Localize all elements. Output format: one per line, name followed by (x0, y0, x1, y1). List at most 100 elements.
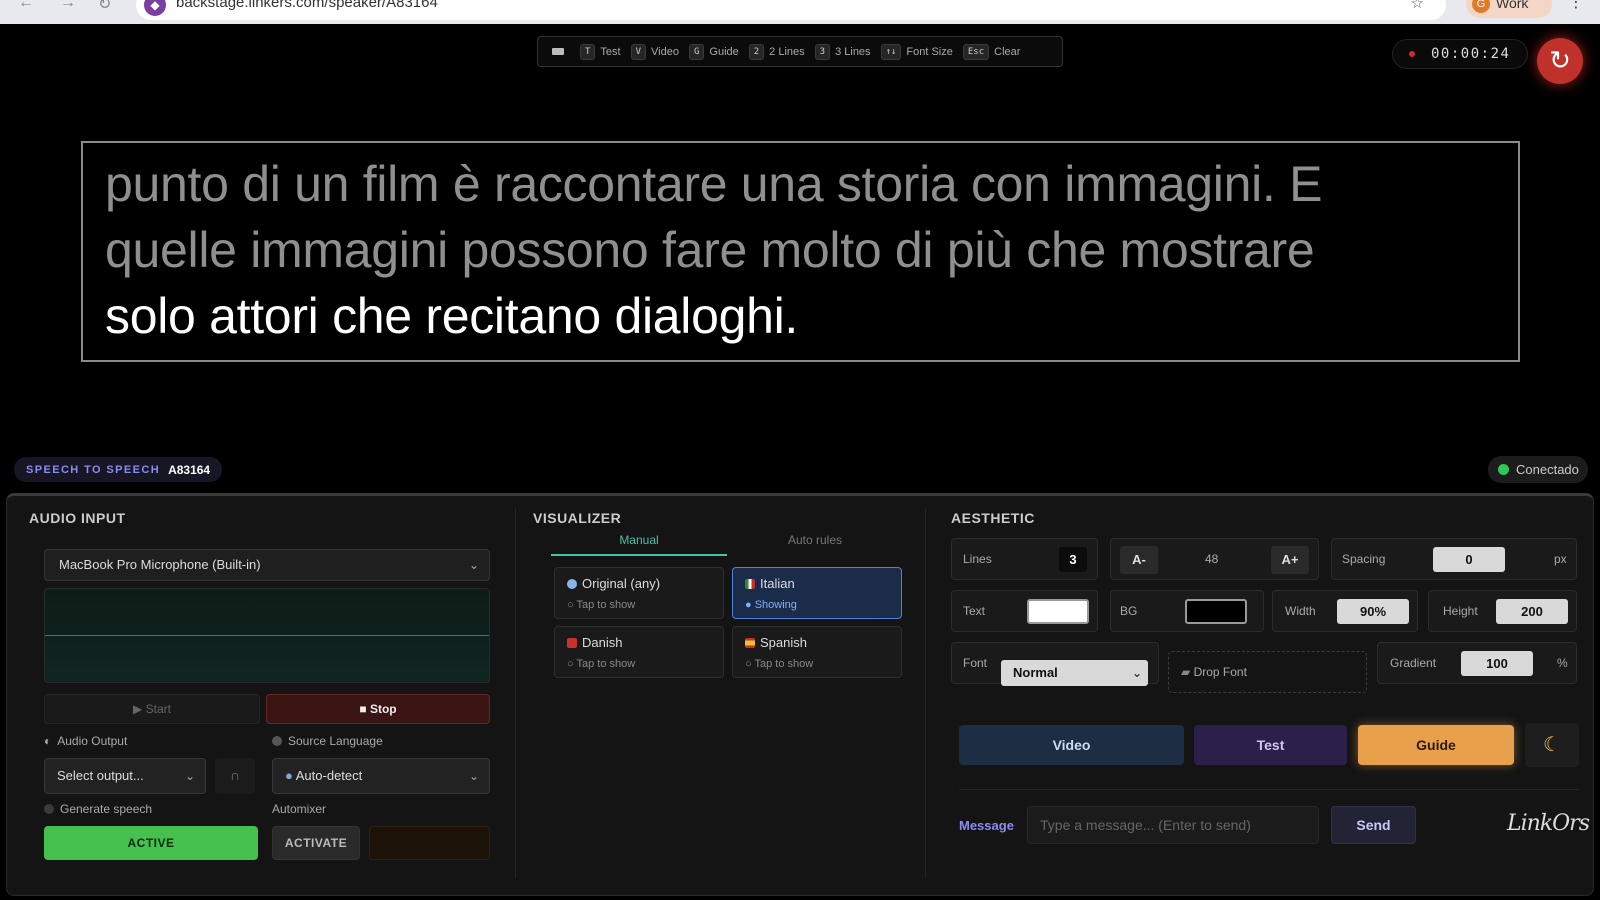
italy-flag-icon (745, 578, 755, 589)
aesthetic-title: AESTHETIC (951, 510, 1035, 526)
test-output-button[interactable]: ∩ (215, 758, 255, 794)
gradient-unit: % (1557, 656, 1568, 670)
caption-line-current: solo attori che recitano dialoghi. (105, 288, 798, 344)
stop-button[interactable]: ■ Stop (266, 694, 490, 724)
shortcut-clear: Esc Clear (962, 43, 1020, 60)
font-size-value: 48 (1205, 552, 1219, 566)
message-input[interactable]: Type a message... (Enter to send) (1027, 806, 1319, 844)
width-label: Width (1285, 604, 1316, 618)
shortcut-test: T Test (580, 43, 621, 60)
section-divider (959, 789, 1579, 790)
browser-bar: ← → ↻ ◆ backstage.linkers.com/speaker/A8… (0, 0, 1600, 24)
mode-label: SPEECH TO SPEECH (26, 463, 161, 476)
chevron-down-icon: ⌄ (1131, 666, 1142, 680)
denmark-flag-icon (567, 637, 577, 648)
video-mode-button[interactable]: Video (959, 725, 1184, 765)
language-status: Tap to show (576, 599, 636, 611)
language-status: Tap to show (576, 658, 636, 670)
gradient-input[interactable]: 100 (1461, 651, 1533, 676)
profile-button[interactable]: G Work (1466, 0, 1552, 18)
audio-output-value: Select output... (57, 768, 144, 783)
audio-output-label: ◐ Audio Output (44, 734, 128, 748)
caption-line: quelle immagini possono fare molto di pi… (105, 222, 1315, 278)
globe-icon: ● (285, 768, 293, 783)
audio-output-select[interactable]: Select output... ⌄ (44, 758, 206, 794)
language-card-original[interactable]: Original (any) ○ Tap to show (554, 567, 724, 619)
height-control: Height 200 (1428, 590, 1577, 632)
brand-logo: LinkOrs (1507, 811, 1590, 836)
moon-icon[interactable]: ☾ (1525, 723, 1579, 767)
connection-label: Conectado (1516, 462, 1579, 477)
address-bar[interactable]: ◆ backstage.linkers.com/speaker/A83164 ☆ (136, 0, 1446, 20)
send-button[interactable]: Send (1331, 806, 1416, 844)
session-id: A83164 (168, 462, 211, 477)
reset-button[interactable]: ↻ (1537, 38, 1583, 84)
active-tab-indicator (551, 554, 727, 556)
globe-icon (567, 578, 577, 589)
bg-color-swatch[interactable] (1185, 599, 1247, 624)
language-name: Italian (760, 576, 795, 591)
language-name: Spanish (760, 635, 807, 650)
spain-flag-icon (745, 637, 755, 648)
keyboard-icon (552, 48, 564, 55)
source-language-label: Source Language (272, 734, 383, 748)
language-card-danish[interactable]: Danish ○ Tap to show (554, 626, 724, 678)
guide-mode-button[interactable]: Guide (1358, 725, 1514, 765)
globe-icon (272, 736, 282, 746)
source-language-value: Auto-detect (295, 768, 363, 783)
mode-badge: SPEECH TO SPEECH A83164 (14, 457, 223, 482)
font-label: Font (963, 656, 988, 670)
text-color-swatch[interactable] (1027, 599, 1089, 624)
microphone-select[interactable]: MacBook Pro Microphone (Built-in) ⌄ (44, 549, 490, 581)
waveform-visualizer (44, 588, 490, 683)
shortcuts-bar: T Test V Video G Guide 22 Lines 33 Lines ↑↓… (537, 36, 1063, 67)
lines-label: Lines (963, 552, 992, 566)
reload-icon[interactable]: ↻ (98, 0, 111, 14)
font-increase-button[interactable]: A+ (1271, 546, 1309, 574)
bookmark-star-icon[interactable]: ☆ (1411, 0, 1424, 12)
headphones-icon: ∩ (229, 767, 241, 783)
language-name: Original (any) (582, 576, 661, 591)
site-favicon-icon: ◆ (144, 0, 166, 16)
generate-speech-active-button[interactable]: ACTIVE (44, 826, 258, 860)
bg-color-control: BG (1110, 590, 1264, 632)
section-divider (515, 508, 516, 878)
font-select[interactable]: Normal ⌄ (1001, 660, 1148, 686)
spacing-unit: px (1554, 552, 1567, 566)
test-mode-button[interactable]: Test (1194, 725, 1347, 765)
spacing-input[interactable]: 0 (1433, 547, 1505, 572)
shortcut-3-lines: 33 Lines (814, 43, 871, 60)
tab-manual[interactable]: Manual (551, 533, 727, 547)
drop-font-zone[interactable]: ▰ Drop Font (1168, 651, 1367, 693)
audio-input-title: AUDIO INPUT (29, 510, 126, 526)
profile-avatar: G (1472, 0, 1490, 13)
width-input[interactable]: 90% (1337, 599, 1409, 624)
language-card-spanish[interactable]: Spanish ○ Tap to show (732, 626, 902, 678)
session-timer: 00:00:24 (1392, 39, 1528, 69)
automixer-label: Automixer (272, 802, 327, 816)
headphones-icon: ◐ (44, 734, 52, 748)
back-icon[interactable]: ← (18, 0, 34, 12)
language-card-italian[interactable]: Italian ● Showing (732, 567, 902, 619)
height-input[interactable]: 200 (1496, 599, 1568, 624)
start-button[interactable]: ▶ Start (44, 694, 260, 724)
generate-speech-label: Generate speech (44, 802, 152, 816)
language-status: Showing (754, 599, 797, 611)
chevron-down-icon: ⌄ (184, 769, 195, 783)
automixer-activate-button[interactable]: ACTIVATE (272, 826, 360, 860)
recording-dot-icon (1409, 51, 1415, 57)
timer-value: 00:00:24 (1431, 46, 1511, 62)
drop-font-label: Drop Font (1193, 665, 1247, 679)
source-language-select[interactable]: ● Auto-detect ⌄ (272, 758, 490, 794)
tab-auto-rules[interactable]: Auto rules (727, 533, 903, 547)
width-control: Width 90% (1272, 590, 1418, 632)
folder-icon: ▰ (1181, 665, 1191, 679)
font-size-control: A- 48 A+ (1110, 538, 1319, 580)
spacing-control: Spacing 0 px (1331, 538, 1577, 580)
text-color-label: Text (963, 604, 986, 618)
browser-menu-icon[interactable]: ⋮ (1568, 0, 1584, 12)
caption-display: punto di un film è raccontare una storia… (81, 141, 1520, 362)
lines-value[interactable]: 3 (1059, 547, 1087, 572)
forward-icon[interactable]: → (60, 0, 76, 12)
font-decrease-button[interactable]: A- (1120, 546, 1158, 574)
